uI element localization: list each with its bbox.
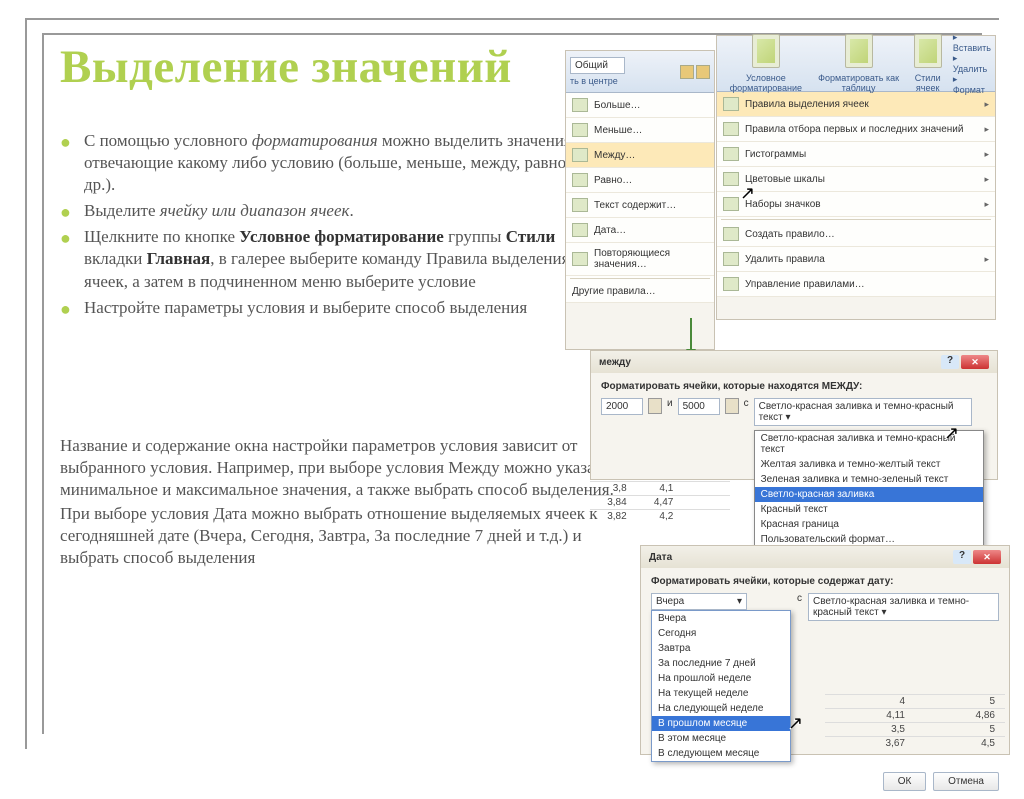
menu-duplicate[interactable]: Повторяющиеся значения…	[566, 243, 714, 276]
format-dropdown[interactable]: Светло-красная заливка и темно-красный т…	[754, 430, 984, 548]
menu-databars[interactable]: Гистограммы▸	[717, 142, 995, 167]
range-picker-icon	[648, 398, 662, 414]
menu-icon-sets[interactable]: Наборы значков▸	[717, 192, 995, 217]
menu-color-scales[interactable]: Цветовые шкалы▸	[717, 167, 995, 192]
menu-equal[interactable]: Равно…	[566, 168, 714, 193]
screenshot-conditional-menu-left: Общий ть в центре Больше… Меньше… Между……	[565, 50, 715, 350]
format-select[interactable]: Светло-красная заливка и темно-красный т…	[754, 398, 972, 426]
frame-line	[25, 18, 27, 749]
menu-greater[interactable]: Больше…	[566, 93, 714, 118]
screenshot-between-dialog: между?✕ Форматировать ячейки, которые на…	[590, 350, 998, 480]
slide-title: Выделение значений	[60, 40, 512, 94]
menu-top-bottom[interactable]: Правила отбора первых и последних значен…	[717, 117, 995, 142]
menu-highlight-rules[interactable]: Правила выделения ячеек▸	[717, 92, 995, 117]
menu-new-rule[interactable]: Создать правило…	[717, 222, 995, 247]
date-dropdown[interactable]: Вчера Сегодня Завтра За последние 7 дней…	[651, 610, 791, 762]
screenshot-date-dialog: Дата?✕ Форматировать ячейки, которые сод…	[640, 545, 1010, 755]
between-icon	[572, 148, 588, 162]
currency-icon	[680, 65, 694, 79]
menu-less[interactable]: Меньше…	[566, 118, 714, 143]
close-icon[interactable]: ✕	[961, 355, 989, 369]
scales-icon	[723, 172, 739, 186]
highlight-icon	[723, 97, 739, 111]
menu-clear-rules[interactable]: Удалить правила▸	[717, 247, 995, 272]
date-icon	[572, 223, 588, 237]
screenshot-styles-ribbon: Условное форматирование Форматировать ка…	[716, 35, 996, 320]
text-icon	[572, 198, 588, 212]
range-picker-icon	[725, 398, 739, 414]
format-table-icon	[845, 34, 873, 68]
arrow-indicator	[690, 318, 692, 354]
frame-line	[42, 33, 44, 734]
new-rule-icon	[723, 227, 739, 241]
frame-line	[25, 18, 999, 20]
dialog-label: Форматировать ячейки, которые содержат д…	[651, 576, 999, 587]
bullet-list: С помощью условного форматирования можно…	[60, 130, 580, 323]
max-input[interactable]: 5000	[678, 398, 720, 415]
less-icon	[572, 123, 588, 137]
menu-date[interactable]: Дата…	[566, 218, 714, 243]
greater-icon	[572, 98, 588, 112]
menu-text-contains[interactable]: Текст содержит…	[566, 193, 714, 218]
min-input[interactable]: 2000	[601, 398, 643, 415]
ok-button[interactable]: ОК	[883, 772, 927, 791]
bullet-item: Выделите ячейку или диапазон ячеек.	[60, 200, 580, 222]
clear-icon	[723, 252, 739, 266]
iconset-icon	[723, 197, 739, 211]
manage-icon	[723, 277, 739, 291]
date-format-select[interactable]: Светло-красная заливка и темно-красный т…	[808, 593, 999, 621]
equal-icon	[572, 173, 588, 187]
menu-manage-rules[interactable]: Управление правилами…	[717, 272, 995, 297]
top-icon	[723, 122, 739, 136]
body-text: Название и содержание окна настройки пар…	[60, 435, 620, 572]
date-select[interactable]: Вчера ▾	[651, 593, 747, 610]
duplicate-icon	[572, 252, 588, 266]
close-icon[interactable]: ✕	[973, 550, 1001, 564]
menu-between[interactable]: Между…	[566, 143, 714, 168]
dialog-label: Форматировать ячейки, которые находятся …	[601, 381, 987, 392]
cancel-button[interactable]: Отмена	[933, 772, 999, 791]
bullet-item: Щелкните по кнопке Условное форматирован…	[60, 226, 580, 292]
conditional-format-icon	[752, 34, 780, 68]
cell-styles-icon	[914, 34, 942, 68]
percent-icon	[696, 65, 710, 79]
bars-icon	[723, 147, 739, 161]
bullet-item: С помощью условного форматирования можно…	[60, 130, 580, 196]
menu-more-rules[interactable]: Другие правила…	[566, 281, 714, 303]
bullet-item: Настройте параметры условия и выберите с…	[60, 297, 580, 319]
